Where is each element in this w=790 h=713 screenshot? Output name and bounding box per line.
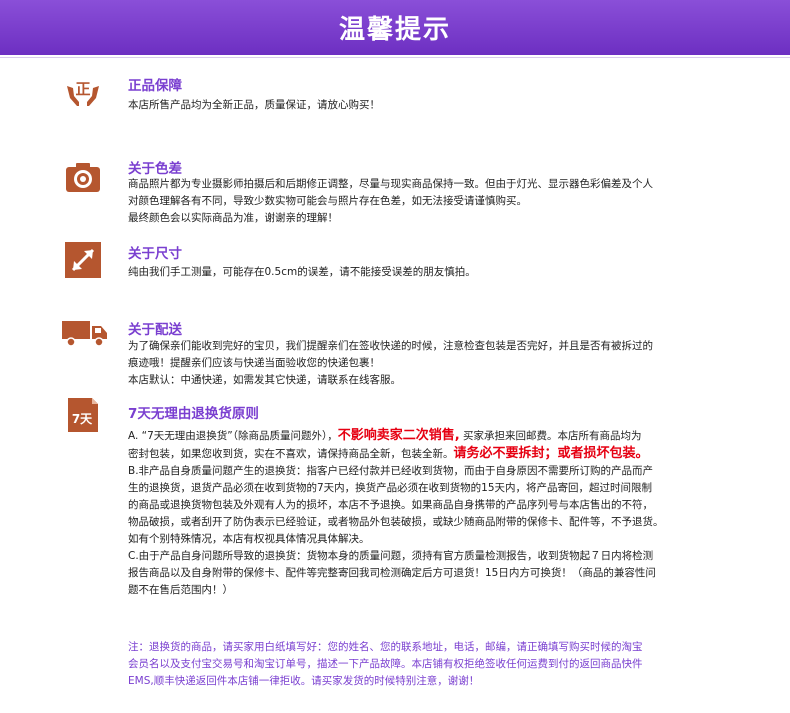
text-line: 本店所售产品均为全新正品，质量保证，请放心购买！: [128, 99, 380, 111]
rule-c-line: C.由于产品自身问题所导致的退换货：货物本身的质量问题，须持有官方质量检测报告，…: [128, 550, 654, 562]
section-title-color: 关于色差: [128, 161, 182, 177]
divider: [0, 57, 790, 58]
rule-b-line: 的商品或退换货物包装及外观有人为的损坏，本店不予退换。如果商品自身携带的产品序列…: [128, 499, 653, 511]
rule-a-text: 买家承担来回邮费。本店所有商品均为: [459, 430, 642, 442]
rule-a-text: A. “7天无理由退换货”（除商品质量问题外），: [128, 430, 338, 442]
section-body-delivery: 为了确保亲们能收到完好的宝贝，我们提醒亲们在签收快递的时候，注意检查包装是否完好…: [128, 338, 773, 389]
rule-b-line: 如有个别特殊情况，本店有权视具体情况具体解决。: [128, 533, 370, 545]
text-line: 本店默认：中通快递，如需发其它快递，请联系在线客服。: [128, 374, 401, 386]
section-body-genuine: 本店所售产品均为全新正品，质量保证，请放心购买！: [128, 97, 773, 114]
header-banner: 温馨提示: [0, 0, 790, 55]
note-line: 会员名以及支付宝交易号和淘宝订单号，描述一下产品故障。本店铺有权拒绝签收任何运费…: [128, 658, 643, 670]
rule-b-line: 物品破损，或者刮开了防伪表示已经验证，或者物品外包装破损，或缺少随商品附带的保修…: [128, 516, 664, 528]
page-title: 温馨提示: [338, 15, 451, 45]
text-line: 痕迹哦！提醒亲们应该与快递当面验收您的快递包裹！: [128, 357, 380, 369]
section-title-returns: 7天无理由退换货原则: [128, 406, 259, 422]
resize-arrow-icon: [64, 241, 102, 279]
section-title-genuine: 正品保障: [128, 78, 182, 94]
truck-icon: [62, 314, 108, 352]
section-title-size: 关于尺寸: [128, 246, 182, 262]
text-line: 商品照片都为专业摄影师拍摄后和后期修正调整，尽量与现实商品保持一致。但由于灯光、…: [128, 178, 653, 190]
text-line: 最终颜色会以实际商品为准，谢谢亲的理解！: [128, 212, 338, 224]
rule-c-line: 报告商品以及自身附带的保修卡、配件等完整寄回我司检测确定后方可退货！15日内方可…: [128, 567, 656, 579]
genuine-hands-icon: 正: [64, 72, 102, 110]
seven-day-icon-text: 7天: [72, 412, 93, 426]
warning-highlight: 请务必不要拆封；或者损坏包装。: [453, 446, 649, 461]
note-line: 注：退换货的商品，请买家用白纸填写好：您的姓名、您的联系地址，电话，邮编，请正确…: [128, 641, 643, 653]
rule-a-text: 密封包装，如果您收到货，实在不喜欢，请保持商品全新，包装全新。: [128, 448, 454, 460]
rule-b-line: B.非产品自身质量问题产生的退换货：指客户已经付款并已经收到货物，而由于自身原因…: [128, 465, 654, 477]
section-body-color: 商品照片都为专业摄影师拍摄后和后期修正调整，尽量与现实商品保持一致。但由于灯光、…: [128, 176, 773, 227]
note-line: EMS,顺丰快递返回件本店铺一律拒收。请买家发货的时候特别注意，谢谢！: [128, 675, 480, 687]
genuine-icon-text: 正: [75, 80, 90, 98]
return-note: 注：退换货的商品，请买家用白纸填写好：您的姓名、您的联系地址，电话，邮编，请正确…: [128, 639, 773, 690]
text-line: 对颜色理解各有不同，导致少数实物可能会与照片存在色差，如无法接受请谨慎购买。: [128, 195, 527, 207]
section-body-returns: A. “7天无理由退换货”（除商品质量问题外），不影响卖家二次销售, 买家承担来…: [128, 427, 773, 599]
camera-icon: [64, 158, 102, 196]
rule-c-line: 题不在售后范围内！）: [128, 584, 233, 596]
section-body-size: 纯由我们手工测量，可能存在0.5cm的误差，请不能接受误差的朋友慎拍。: [128, 264, 773, 281]
section-title-delivery: 关于配送: [128, 322, 182, 338]
text-line: 为了确保亲们能收到完好的宝贝，我们提醒亲们在签收快递的时候，注意检查包装是否完好…: [128, 340, 653, 352]
seven-day-calendar-icon: 7天: [64, 396, 102, 434]
rule-b-line: 生的退换货，退货产品必须在收到货物的7天内，换货产品必须在收到货物的15天内，将…: [128, 482, 653, 494]
text-line: 纯由我们手工测量，可能存在0.5cm的误差，请不能接受误差的朋友慎拍。: [128, 266, 476, 278]
warning-highlight: 不影响卖家二次销售,: [337, 428, 460, 443]
